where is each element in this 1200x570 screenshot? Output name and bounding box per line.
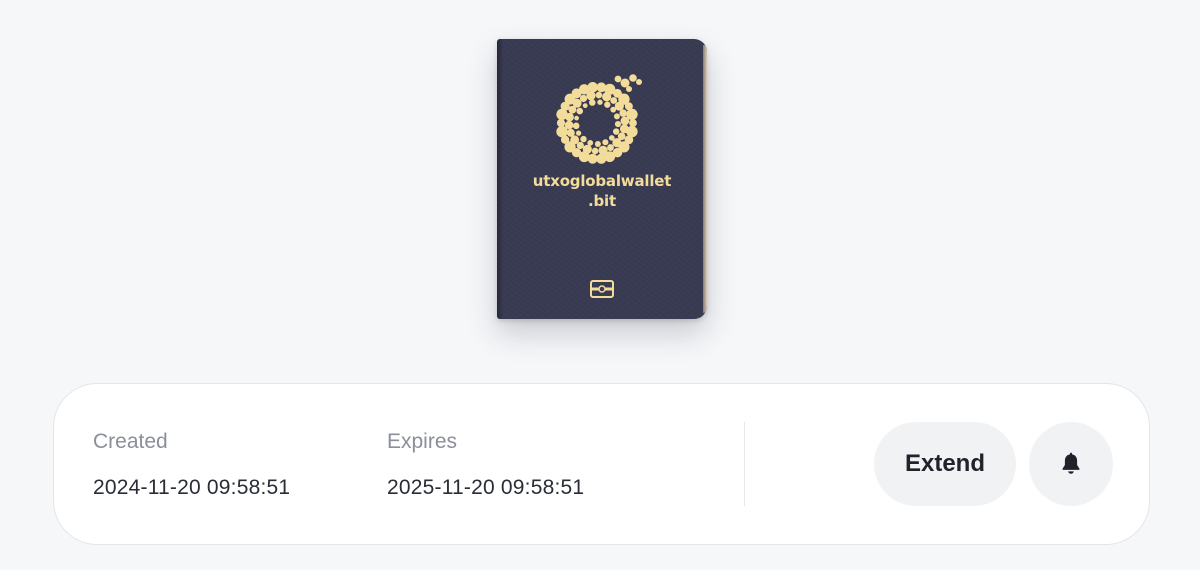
account-info-card: Created 2024-11-20 09:58:51 Expires 2025… <box>53 383 1150 545</box>
passport-cover: utxoglobalwallet .bit <box>497 39 707 319</box>
expires-label: Expires <box>387 430 458 453</box>
passport-chip-icon <box>590 280 614 298</box>
expires-value: 2025-11-20 09:58:51 <box>387 476 585 499</box>
bell-icon <box>1062 452 1080 474</box>
passport-pages-edge <box>703 45 707 313</box>
passport-spine <box>497 39 503 319</box>
created-label: Created <box>93 430 168 453</box>
created-value: 2024-11-20 09:58:51 <box>93 476 291 499</box>
extend-button[interactable]: Extend <box>874 422 1016 506</box>
account-name-line1: utxoglobalwallet <box>532 172 672 190</box>
account-name-line2: .bit <box>588 192 616 210</box>
card-divider <box>744 422 745 506</box>
circular-dots-logo-icon <box>556 74 642 164</box>
notify-button[interactable] <box>1029 422 1113 506</box>
account-name: utxoglobalwallet .bit <box>507 171 697 211</box>
